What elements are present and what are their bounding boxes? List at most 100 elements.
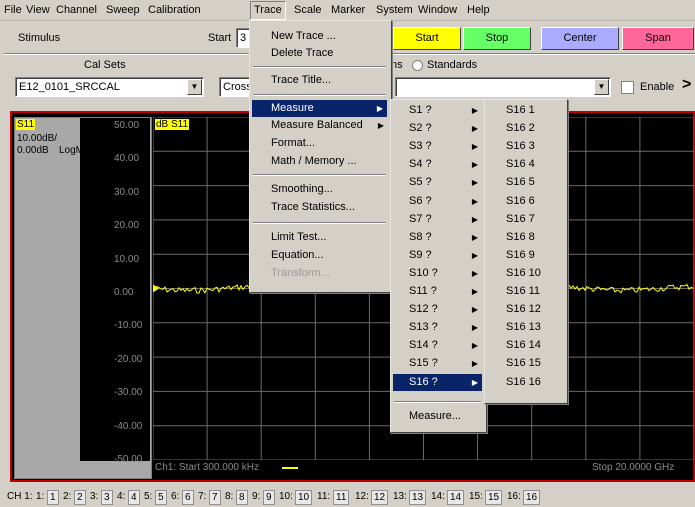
s16-item[interactable]: S16 6 (506, 193, 535, 210)
menu-item-delete-trace[interactable]: Delete Trace (271, 45, 333, 62)
chevron-down-icon[interactable]: ▼ (187, 79, 202, 95)
channel-button[interactable]: 15 (485, 490, 503, 505)
menu-marker[interactable]: Marker (331, 3, 365, 18)
channel-prefix: CH 1: (7, 491, 33, 502)
menu-help[interactable]: Help (467, 3, 490, 18)
measure-item[interactable]: S4 ? ▶ (393, 156, 482, 173)
channel-button[interactable]: 13 (409, 490, 427, 505)
measure-item[interactable]: S14 ? ▶ (393, 337, 482, 354)
cross-dropdown[interactable]: Cross (219, 77, 252, 97)
trace-menu: New Trace ... Delete Trace Trace Title..… (249, 20, 392, 293)
menu-scale[interactable]: Scale (294, 3, 322, 18)
channel-button[interactable]: 5 (155, 490, 167, 505)
channel-button[interactable]: 10 (295, 490, 313, 505)
channel-button[interactable]: 8 (236, 490, 248, 505)
submenu-arrow-icon: ▶ (471, 214, 478, 224)
chevron-right-icon[interactable]: > (682, 76, 691, 94)
submenu-arrow-icon: ▶ (471, 250, 478, 260)
measure-item[interactable]: S7 ? ▶ (393, 211, 482, 228)
menu-item-new-trace[interactable]: New Trace ... (271, 28, 336, 45)
measure-item[interactable]: S3 ? ▶ (393, 138, 482, 155)
channel-button[interactable]: 3 (101, 490, 113, 505)
submenu-arrow-icon: ▶ (471, 196, 478, 206)
sweep-stop-footer: Stop 20.0000 GHz (592, 462, 675, 473)
channel-button[interactable]: 14 (447, 490, 465, 505)
stop-button[interactable]: Stop (463, 27, 531, 50)
measure-item[interactable]: S11 ? ▶ (393, 283, 482, 300)
channel-label: 16: (507, 491, 521, 502)
s16-item[interactable]: S16 9 (506, 247, 535, 264)
start-button[interactable]: Start (393, 27, 461, 50)
s16-item[interactable]: S16 4 (506, 156, 535, 173)
menu-trace[interactable]: Trace (250, 1, 286, 20)
s16-item[interactable]: S16 10 (506, 265, 541, 282)
menu-item-limit-test[interactable]: Limit Test... (271, 229, 326, 246)
s16-item[interactable]: S16 7 (506, 211, 535, 228)
submenu-arrow-icon: ▶ (377, 121, 384, 130)
channel-button[interactable]: 11 (333, 490, 350, 505)
trace-legend-line (282, 467, 298, 469)
menu-view[interactable]: View (26, 3, 50, 18)
measure-item[interactable]: S9 ? ▶ (393, 247, 482, 264)
channel-button[interactable]: 1 (47, 490, 59, 505)
s16-item[interactable]: S16 3 (506, 138, 535, 155)
menu-channel[interactable]: Channel (56, 3, 97, 18)
trace-name: S11 (16, 119, 36, 130)
s16-item[interactable]: S16 5 (506, 174, 535, 191)
menu-window[interactable]: Window (418, 3, 457, 18)
menu-item-smoothing[interactable]: Smoothing... (271, 181, 333, 198)
channel-label: 6: (171, 491, 180, 502)
measure-item-label: S1 ? (409, 104, 432, 116)
menu-item-trace-statistics[interactable]: Trace Statistics... (271, 199, 355, 216)
standards-radio[interactable] (412, 60, 423, 71)
s16-item[interactable]: S16 8 (506, 229, 535, 246)
s16-item[interactable]: S16 14 (506, 337, 541, 354)
measure-item[interactable]: S5 ? ▶ (393, 174, 482, 191)
menu-item-format[interactable]: Format... (271, 135, 315, 152)
measure-item[interactable]: S16 ? ▶ (393, 373, 482, 391)
measure-item[interactable]: S1 ? ▶ (393, 102, 482, 119)
measure-item[interactable]: S15 ? ▶ (393, 355, 482, 372)
measure-item[interactable]: S6 ? ▶ (393, 193, 482, 210)
menu-calibration[interactable]: Calibration (148, 3, 201, 18)
menu-item-measure[interactable]: Measure ▶ (252, 100, 387, 117)
stimulus-label: Stimulus (18, 32, 61, 44)
menu-bar: File View Channel Sweep Calibration Trac… (0, 0, 695, 21)
s16-item[interactable]: S16 12 (506, 301, 541, 318)
channel-label: 14: (431, 491, 445, 502)
menu-item-measure-balanced[interactable]: Measure Balanced ▶ (271, 117, 386, 134)
s16-item[interactable]: S16 15 (506, 355, 541, 372)
enable-checkbox[interactable] (621, 81, 634, 94)
measure-item[interactable]: S10 ? ▶ (393, 265, 482, 282)
measure-item[interactable]: S8 ? ▶ (393, 229, 482, 246)
channel-button[interactable]: 7 (209, 490, 221, 505)
channel-button[interactable]: 16 (523, 490, 541, 505)
center-button[interactable]: Center (541, 27, 619, 50)
cal-set-dropdown[interactable]: E12_0101_SRCCAL ▼ (15, 77, 204, 97)
menu-item-equation[interactable]: Equation... (271, 247, 324, 264)
measure-item[interactable]: S13 ? ▶ (393, 319, 482, 336)
s16-item[interactable]: S16 2 (506, 120, 535, 137)
s16-item[interactable]: S16 13 (506, 319, 541, 336)
menu-item-trace-title[interactable]: Trace Title... (271, 72, 331, 89)
measure-item[interactable]: S2 ? ▶ (393, 120, 482, 137)
standards-dropdown[interactable]: ▼ (395, 77, 611, 97)
s16-item[interactable]: S16 16 (506, 374, 541, 391)
measure-dialog-item[interactable]: Measure... (409, 408, 461, 425)
channel-label: 9: (252, 491, 261, 502)
measure-item[interactable]: S12 ? ▶ (393, 301, 482, 318)
span-button[interactable]: Span (622, 27, 694, 50)
menu-sweep[interactable]: Sweep (106, 3, 140, 18)
s16-item[interactable]: S16 1 (506, 102, 535, 119)
chevron-down-icon[interactable]: ▼ (594, 79, 609, 95)
channel-button[interactable]: 6 (182, 490, 194, 505)
channel-button[interactable]: 12 (371, 490, 389, 505)
menu-file[interactable]: File (4, 3, 22, 18)
menu-item-math-memory[interactable]: Math / Memory ... (271, 153, 357, 170)
channel-button[interactable]: 2 (74, 490, 86, 505)
s16-item[interactable]: S16 11 (506, 283, 540, 300)
menu-system[interactable]: System (376, 3, 413, 18)
channel-button[interactable]: 9 (263, 490, 275, 505)
measure-item-label: S12 ? (409, 303, 438, 316)
channel-button[interactable]: 4 (128, 490, 140, 505)
